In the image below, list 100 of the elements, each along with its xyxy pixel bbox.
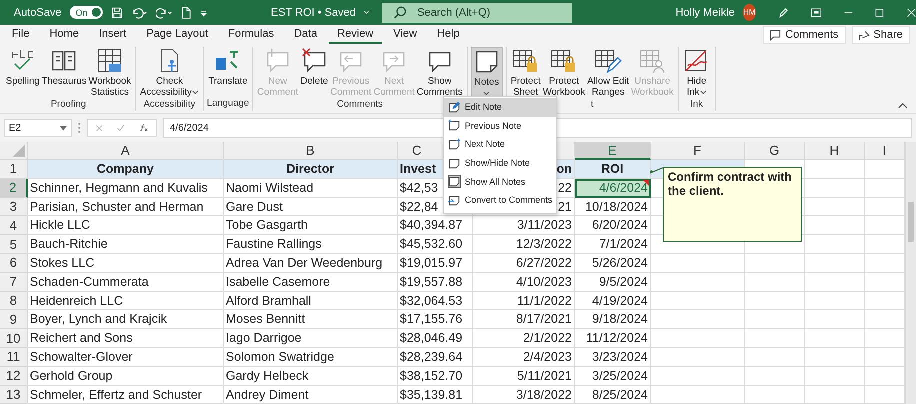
column-header[interactable]: E (575, 142, 651, 160)
table-cell: 3/11/2023 (473, 216, 575, 236)
table-cell: 7/1/2024 (575, 235, 651, 254)
column-header[interactable]: A (28, 142, 224, 160)
ribbon-tab[interactable]: Insert (91, 26, 135, 44)
share-button[interactable]: Share (852, 26, 910, 44)
dropdown-icon (60, 126, 67, 130)
table-cell: 3/18/2022 (473, 386, 575, 404)
table-cell: 11/1/2022 (473, 292, 575, 310)
function-icon[interactable] (138, 123, 148, 133)
table-cell: 6/27/2022 (473, 254, 575, 273)
ribbon-tab[interactable]: Formulas (220, 26, 282, 44)
ribbon-tab[interactable]: Data (286, 26, 326, 44)
comment-delete-button[interactable]: Delete (300, 47, 330, 99)
row-header[interactable]: 7 (0, 272, 28, 292)
comment-show-button[interactable]: Show Comments (416, 47, 464, 99)
empty-cell (805, 160, 865, 179)
row-header[interactable]: 9 (0, 310, 28, 330)
table-cell: 5/11/2021 (473, 366, 575, 386)
table-cell: 4/6/2024 (575, 178, 651, 198)
column-header[interactable]: H (805, 142, 865, 160)
empty-cell (805, 272, 865, 292)
comment-icon (770, 30, 782, 40)
table-cell: Solomon Swatridge (224, 348, 398, 367)
row-header[interactable]: 6 (0, 254, 28, 273)
vertical-scrollbar[interactable] (905, 142, 916, 404)
menu-item[interactable]: Edit Note (444, 98, 556, 117)
allow-edit-button[interactable]: Allow Edit Ranges (586, 47, 630, 99)
row-header[interactable]: 11 (0, 348, 28, 367)
empty-cell (865, 216, 905, 236)
empty-cell (865, 348, 905, 367)
table-cell: Schinner, Hegmann and Kuvalis (28, 178, 224, 198)
menu-item[interactable]: Previous Note (444, 116, 556, 136)
table-cell: Iago Darrigoe (224, 329, 398, 348)
row-header[interactable]: 5 (0, 235, 28, 254)
stats-button[interactable]: Workbook Statistics (88, 47, 132, 99)
empty-cell (805, 198, 865, 216)
protect-sheet-button[interactable]: Protect Sheet (510, 47, 542, 99)
table-cell: Isabelle Casemore (224, 272, 398, 292)
caret-icon[interactable] (364, 10, 370, 15)
group-label: Accessibility (144, 99, 196, 112)
ribbon-tab[interactable]: View (386, 26, 426, 44)
empty-cell (745, 310, 805, 330)
column-title: Company (28, 160, 224, 179)
empty-cell (805, 178, 865, 198)
row-header[interactable]: 1 (0, 160, 28, 179)
empty-cell (805, 310, 865, 330)
translate-button[interactable]: Translate (208, 47, 249, 98)
name-box[interactable]: E2 (4, 119, 72, 137)
column-header[interactable]: G (745, 142, 805, 160)
empty-cell (865, 310, 905, 330)
empty-cell (805, 366, 865, 386)
column-header[interactable]: I (865, 142, 905, 160)
row-header[interactable]: 2 (0, 178, 28, 198)
row-header[interactable]: 8 (0, 292, 28, 310)
note-icon (448, 156, 461, 170)
user-avatar[interactable]: HM (743, 4, 756, 21)
empty-cell (865, 235, 905, 254)
thesaurus-button[interactable]: Thesaurus (40, 47, 88, 99)
row-header[interactable]: 4 (0, 216, 28, 236)
table-cell: $28,046.49 (398, 329, 473, 348)
column-title: ROI (575, 160, 651, 179)
spelling-button[interactable]: Spelling (5, 47, 41, 99)
row-header[interactable]: 13 (0, 386, 28, 404)
empty-cell (805, 386, 865, 404)
table-cell: 2/4/2023 (473, 348, 575, 367)
maximize-icon[interactable] (875, 6, 885, 18)
new-file-icon[interactable] (181, 4, 192, 20)
ribbon-tab[interactable]: Page Layout (138, 26, 216, 44)
column-header[interactable]: B (224, 142, 398, 160)
note-box[interactable]: Confirm contract with the client. (663, 167, 802, 242)
row-header[interactable]: 10 (0, 329, 28, 348)
table-cell: $28,239.64 (398, 348, 473, 367)
empty-cell (805, 254, 865, 273)
note-icon (448, 119, 461, 132)
accessibility-button[interactable]: Check Accessibility (139, 47, 200, 99)
ribbon-display-icon[interactable] (811, 6, 822, 18)
comments-button[interactable]: Comments (763, 26, 846, 44)
ribbon-tab[interactable]: Help (429, 26, 468, 44)
collapse-ribbon-icon[interactable] (898, 103, 908, 109)
protect-workbook-button[interactable]: Protect Workbook (542, 47, 587, 99)
ink-button[interactable]: Hide Ink (682, 47, 712, 99)
note-icon (448, 138, 461, 151)
table-cell: 5/26/2024 (575, 254, 651, 273)
ribbon-tab[interactable]: Home (42, 26, 88, 44)
close-icon[interactable] (906, 6, 916, 18)
ribbon-tab[interactable]: File (4, 26, 38, 44)
row-header[interactable]: 3 (0, 198, 28, 216)
table-cell: Hickle LLC (28, 216, 224, 236)
pen-icon[interactable] (778, 6, 790, 20)
document-title[interactable]: EST ROI • Saved (271, 6, 356, 18)
search-field[interactable]: Search (Alt+Q) (382, 2, 572, 22)
row-header[interactable]: 12 (0, 366, 28, 386)
table-cell: Adrea Van Der Weedenburg (224, 254, 398, 273)
column-header[interactable]: F (651, 142, 745, 160)
table-cell: $17,155.76 (398, 310, 473, 330)
empty-cell (805, 329, 865, 348)
table-cell: 8/25/2024 (575, 386, 651, 404)
autosave-toggle[interactable]: On (70, 6, 103, 19)
table-cell: Stokes LLC (28, 254, 224, 273)
